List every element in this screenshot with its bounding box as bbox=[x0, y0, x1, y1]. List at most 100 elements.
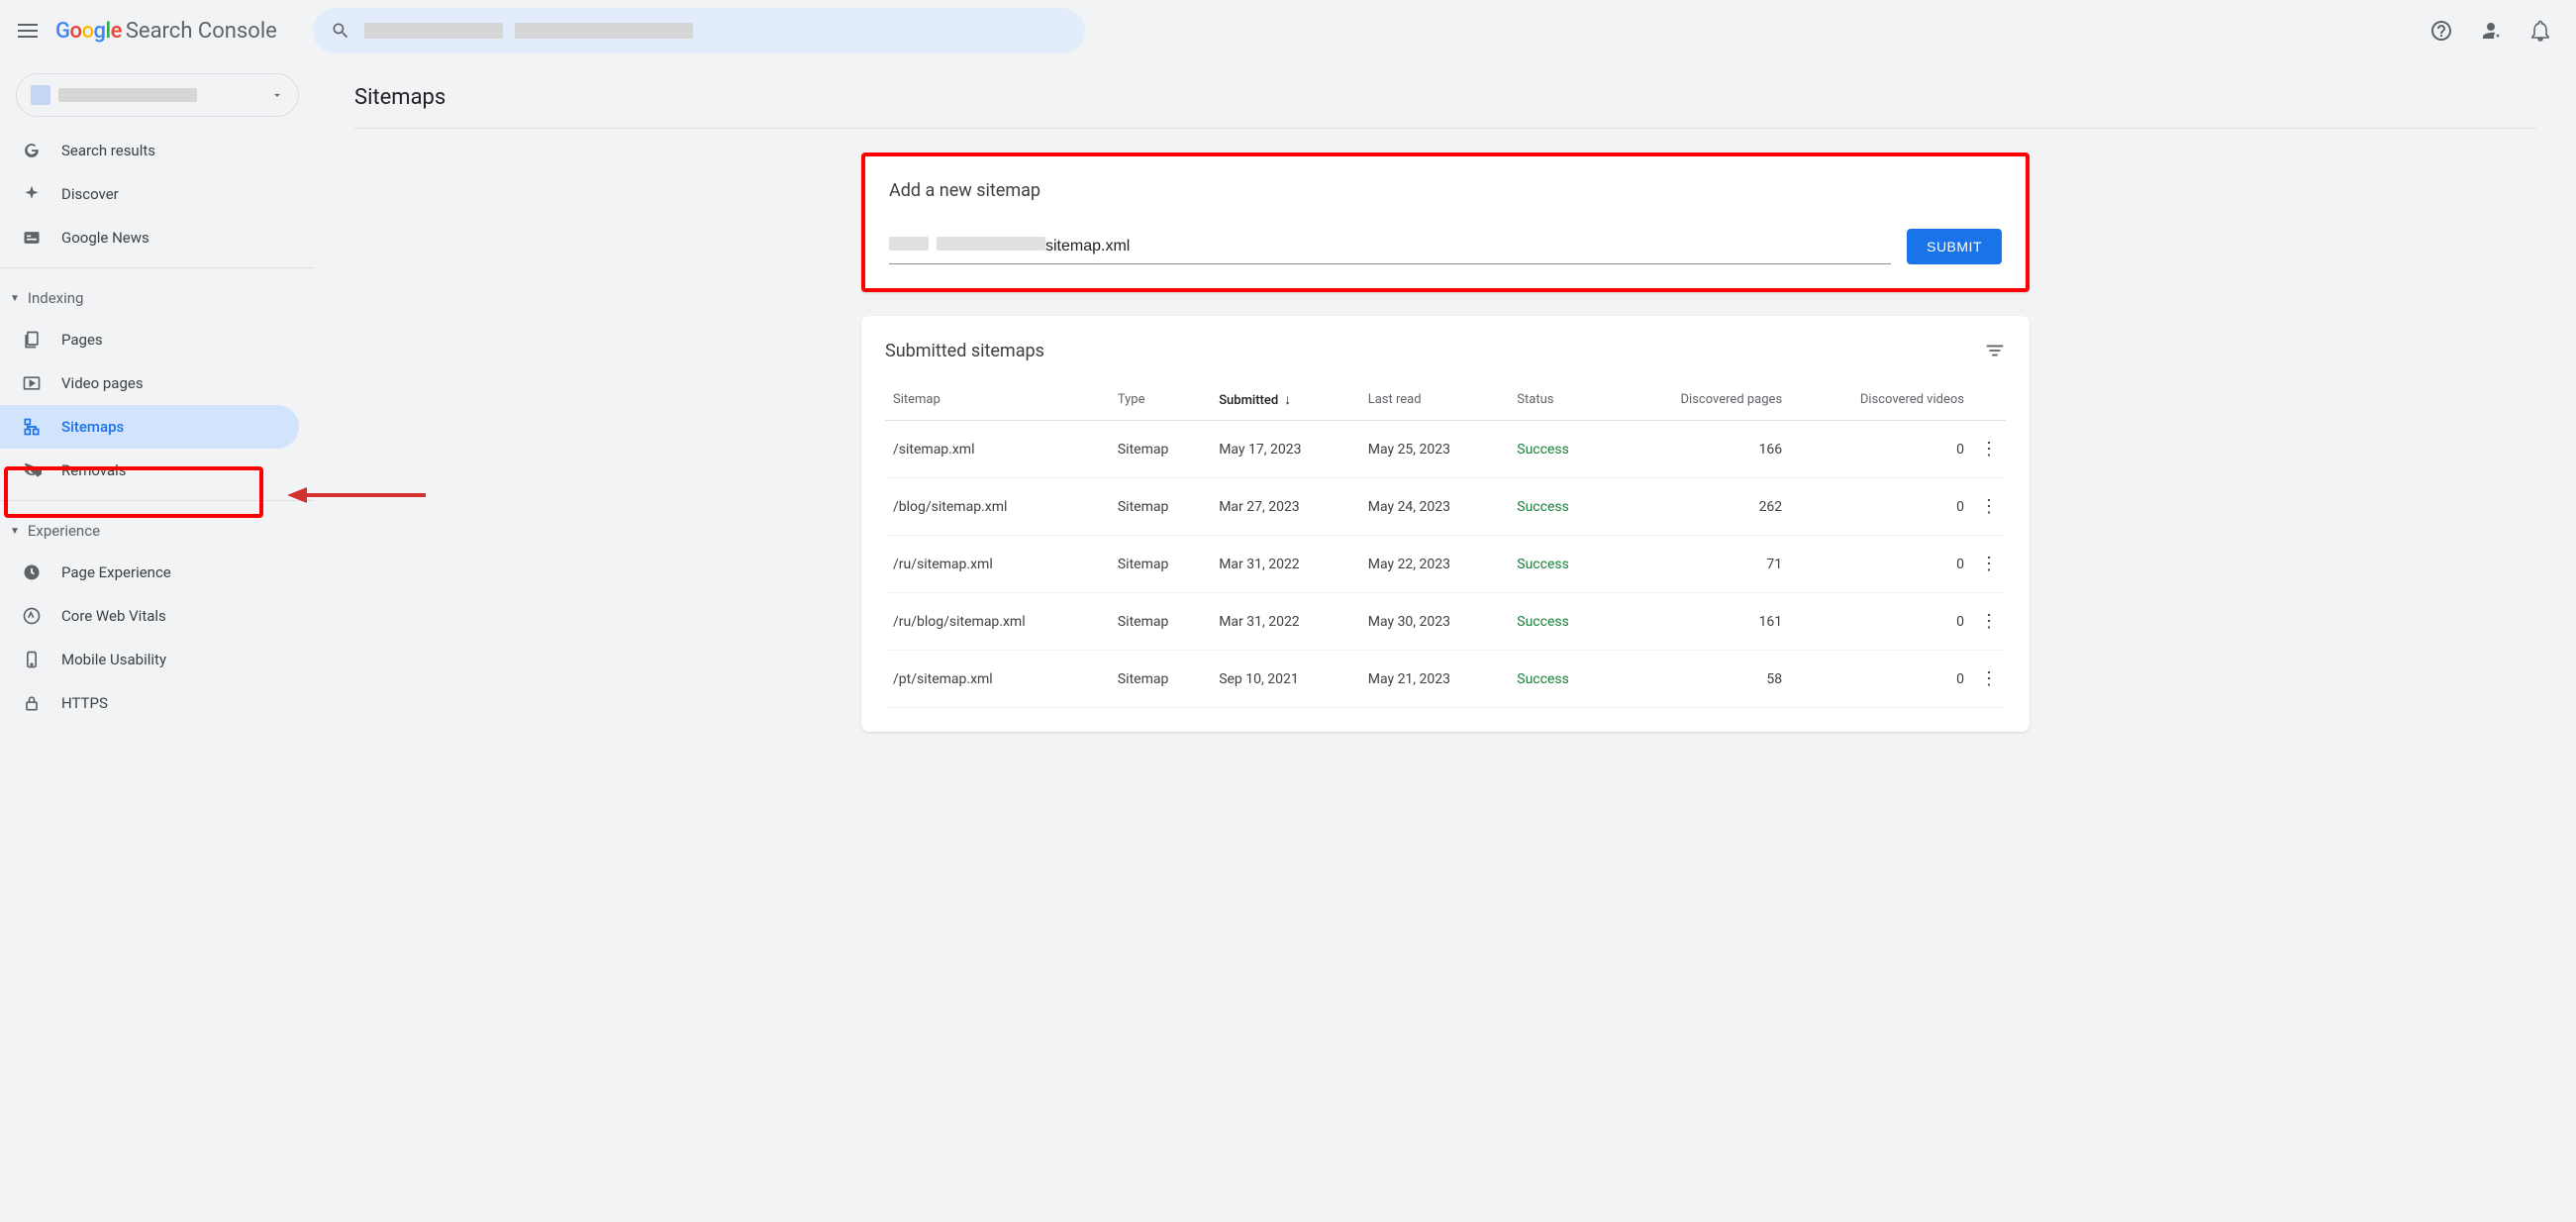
header-actions bbox=[2429, 19, 2560, 43]
table-row[interactable]: /pt/sitemap.xmlSitemapSep 10, 2021May 21… bbox=[885, 651, 2006, 708]
col-pages[interactable]: Discovered pages bbox=[1612, 379, 1790, 421]
sidebar-section-experience[interactable]: ▼ Experience bbox=[0, 511, 315, 551]
notifications-icon[interactable] bbox=[2528, 19, 2552, 43]
col-submitted[interactable]: Submitted↓ bbox=[1211, 379, 1360, 421]
sidebar: Search results Discover Google News ▼ In… bbox=[0, 61, 315, 779]
cell-last-read: May 24, 2023 bbox=[1360, 478, 1510, 536]
table-row[interactable]: /sitemap.xmlSitemapMay 17, 2023May 25, 2… bbox=[885, 421, 2006, 478]
cell-last-read: May 25, 2023 bbox=[1360, 421, 1510, 478]
filter-icon[interactable] bbox=[1984, 340, 2006, 361]
col-type[interactable]: Type bbox=[1110, 379, 1211, 421]
user-settings-icon[interactable] bbox=[2479, 19, 2503, 43]
mobile-icon bbox=[22, 650, 42, 669]
sidebar-item-pages[interactable]: Pages bbox=[0, 318, 299, 361]
cell-pages: 166 bbox=[1612, 421, 1790, 478]
divider bbox=[0, 500, 315, 501]
page-experience-icon bbox=[22, 562, 42, 582]
row-menu-button[interactable]: ⋮ bbox=[1972, 593, 2006, 651]
table-row[interactable]: /ru/blog/sitemap.xmlSitemapMar 31, 2022M… bbox=[885, 593, 2006, 651]
sidebar-item-label: Page Experience bbox=[61, 563, 171, 581]
sidebar-section-indexing[interactable]: ▼ Indexing bbox=[0, 278, 315, 318]
main-content: Sitemaps Add a new sitemap SUBMIT Submit… bbox=[315, 61, 2576, 779]
redacted-url-prefix bbox=[889, 237, 1045, 251]
sidebar-item-label: Sitemaps bbox=[61, 418, 124, 436]
submit-sitemap-button[interactable]: SUBMIT bbox=[1907, 229, 2002, 264]
col-videos[interactable]: Discovered videos bbox=[1790, 379, 1972, 421]
cell-type: Sitemap bbox=[1110, 651, 1211, 708]
cell-sitemap: /ru/blog/sitemap.xml bbox=[885, 593, 1110, 651]
sidebar-item-label: HTTPS bbox=[61, 694, 108, 712]
section-label: Indexing bbox=[28, 289, 84, 307]
sitemap-url-input[interactable] bbox=[1045, 234, 1891, 259]
sidebar-item-label: Core Web Vitals bbox=[61, 607, 166, 625]
url-inspection-search[interactable] bbox=[313, 8, 1085, 53]
g-icon bbox=[22, 141, 42, 160]
menu-button[interactable] bbox=[16, 19, 40, 43]
logo: Google Search Console bbox=[55, 19, 277, 44]
cell-status: Success bbox=[1509, 593, 1612, 651]
cell-status: Success bbox=[1509, 651, 1612, 708]
property-selector[interactable] bbox=[16, 73, 299, 117]
cell-pages: 161 bbox=[1612, 593, 1790, 651]
cell-pages: 58 bbox=[1612, 651, 1790, 708]
news-icon bbox=[22, 228, 42, 248]
app-header: Google Search Console bbox=[0, 0, 2576, 61]
row-menu-button[interactable]: ⋮ bbox=[1972, 651, 2006, 708]
cell-status: Success bbox=[1509, 478, 1612, 536]
cell-sitemap: /ru/sitemap.xml bbox=[885, 536, 1110, 593]
sidebar-item-label: Video pages bbox=[61, 374, 144, 392]
chevron-down-icon bbox=[270, 88, 284, 102]
search-icon bbox=[331, 21, 350, 41]
col-last-read[interactable]: Last read bbox=[1360, 379, 1510, 421]
sidebar-item-discover[interactable]: Discover bbox=[0, 172, 299, 216]
pages-icon bbox=[22, 330, 42, 350]
cell-videos: 0 bbox=[1790, 651, 1972, 708]
table-row[interactable]: /blog/sitemap.xmlSitemapMar 27, 2023May … bbox=[885, 478, 2006, 536]
sidebar-item-page-experience[interactable]: Page Experience bbox=[0, 551, 299, 594]
sidebar-item-https[interactable]: HTTPS bbox=[0, 681, 299, 725]
sidebar-item-video-pages[interactable]: Video pages bbox=[0, 361, 299, 405]
row-menu-button[interactable]: ⋮ bbox=[1972, 478, 2006, 536]
col-sitemap[interactable]: Sitemap bbox=[885, 379, 1110, 421]
sidebar-item-sitemaps[interactable]: Sitemaps bbox=[0, 405, 299, 449]
cell-type: Sitemap bbox=[1110, 478, 1211, 536]
row-menu-button[interactable]: ⋮ bbox=[1972, 421, 2006, 478]
cell-last-read: May 22, 2023 bbox=[1360, 536, 1510, 593]
cell-type: Sitemap bbox=[1110, 593, 1211, 651]
sidebar-item-core-web-vitals[interactable]: Core Web Vitals bbox=[0, 594, 299, 638]
redacted-property bbox=[31, 85, 197, 105]
sidebar-item-search-results[interactable]: Search results bbox=[0, 129, 299, 172]
add-sitemap-card: Add a new sitemap SUBMIT bbox=[861, 153, 2030, 292]
vitals-icon bbox=[22, 606, 42, 626]
sidebar-item-mobile-usability[interactable]: Mobile Usability bbox=[0, 638, 299, 681]
page-title: Sitemaps bbox=[354, 85, 2536, 129]
cell-videos: 0 bbox=[1790, 536, 1972, 593]
cell-videos: 0 bbox=[1790, 593, 1972, 651]
sidebar-item-label: Mobile Usability bbox=[61, 651, 166, 668]
col-status[interactable]: Status bbox=[1509, 379, 1612, 421]
card-title: Add a new sitemap bbox=[889, 180, 2002, 201]
sidebar-item-removals[interactable]: Removals bbox=[0, 449, 299, 492]
help-icon[interactable] bbox=[2429, 19, 2453, 43]
cell-pages: 262 bbox=[1612, 478, 1790, 536]
removals-icon bbox=[22, 460, 42, 480]
row-menu-button[interactable]: ⋮ bbox=[1972, 536, 2006, 593]
lock-icon bbox=[22, 693, 42, 713]
sidebar-item-label: Removals bbox=[61, 461, 127, 479]
sidebar-item-label: Google News bbox=[61, 229, 149, 247]
collapse-icon: ▼ bbox=[10, 526, 20, 537]
sidebar-item-label: Discover bbox=[61, 185, 119, 203]
collapse-icon: ▼ bbox=[10, 293, 20, 304]
cell-last-read: May 30, 2023 bbox=[1360, 593, 1510, 651]
google-logo: Google bbox=[55, 19, 122, 44]
discover-icon bbox=[22, 184, 42, 204]
table-row[interactable]: /ru/sitemap.xmlSitemapMar 31, 2022May 22… bbox=[885, 536, 2006, 593]
cell-submitted: Mar 27, 2023 bbox=[1211, 478, 1360, 536]
cell-videos: 0 bbox=[1790, 478, 1972, 536]
cell-sitemap: /blog/sitemap.xml bbox=[885, 478, 1110, 536]
video-icon bbox=[22, 373, 42, 393]
sitemap-url-input-wrap bbox=[889, 234, 1891, 264]
submitted-sitemaps-card: Submitted sitemaps Sitemap Type Submitte… bbox=[861, 316, 2030, 732]
sidebar-item-google-news[interactable]: Google News bbox=[0, 216, 299, 259]
cell-sitemap: /pt/sitemap.xml bbox=[885, 651, 1110, 708]
